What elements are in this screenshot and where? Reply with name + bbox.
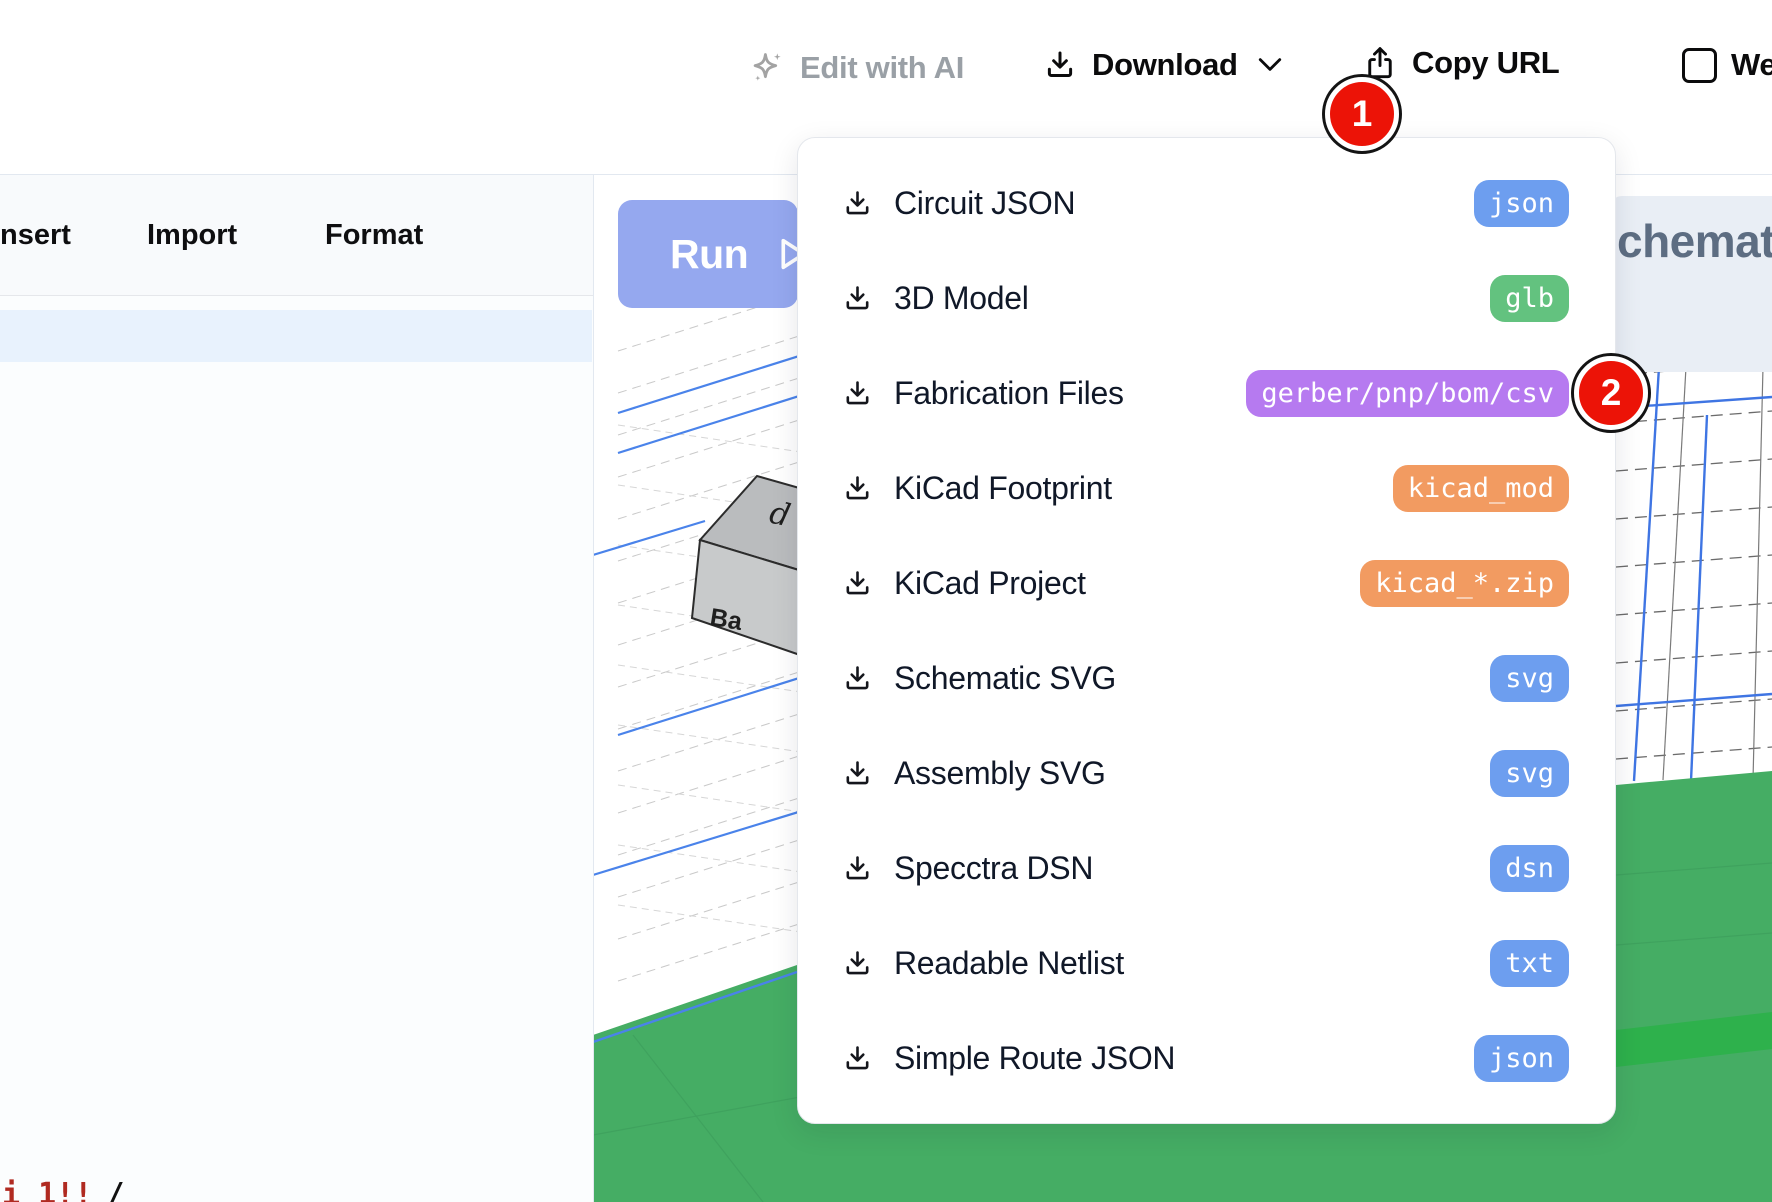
code-red-text: i 1!! [2, 1178, 92, 1202]
webview-toggle[interactable]: We [1682, 47, 1772, 83]
menu-item-label: Specctra DSN [894, 850, 1093, 887]
download-menu-item[interactable]: Schematic SVG svg [798, 631, 1615, 726]
menu-item-label: Readable Netlist [894, 945, 1124, 982]
menu-item-format-badge: json [1474, 180, 1569, 228]
download-icon [842, 853, 873, 884]
download-menu: Circuit JSON json 3D Model glb Fabricati… [797, 137, 1616, 1124]
play-icon [778, 237, 798, 271]
copy-url-label: Copy URL [1412, 45, 1559, 81]
annotation-1-number: 1 [1352, 93, 1373, 135]
download-menu-item[interactable]: Specctra DSN dsn [798, 821, 1615, 916]
menu-item-label: Circuit JSON [894, 185, 1075, 222]
menu-import[interactable]: Import [147, 219, 237, 252]
menu-item-label: Assembly SVG [894, 755, 1106, 792]
box-front-label: Ba [708, 603, 745, 636]
menu-format[interactable]: Format [325, 219, 423, 252]
menu-insert[interactable]: nsert [0, 219, 71, 252]
annotation-step-1: 1 [1325, 77, 1399, 151]
download-menu-item[interactable]: Assembly SVG svg [798, 726, 1615, 821]
download-menu-item[interactable]: 3D Model glb [798, 251, 1615, 346]
menu-item-label: Fabrication Files [894, 375, 1124, 412]
edit-with-ai-label: Edit with AI [800, 50, 964, 86]
menu-item-label: KiCad Project [894, 565, 1086, 602]
share-icon [1363, 45, 1397, 81]
download-icon [842, 568, 873, 599]
download-icon [842, 1043, 873, 1074]
menu-item-format-badge: kicad_*.zip [1360, 560, 1569, 608]
download-icon [842, 188, 873, 219]
webview-checkbox[interactable] [1682, 48, 1717, 83]
menu-item-label: KiCad Footprint [894, 470, 1112, 507]
download-icon [842, 663, 873, 694]
code-slash-text: / [106, 1178, 124, 1202]
copy-url-button[interactable]: Copy URL [1363, 45, 1559, 81]
menu-item-format-badge: glb [1490, 275, 1569, 323]
editor-menu-bar: nsert Import Format [0, 175, 593, 296]
menu-item-label: 3D Model [894, 280, 1029, 317]
menu-item-format-badge: dsn [1490, 845, 1569, 893]
menu-item-label: Simple Route JSON [894, 1040, 1175, 1077]
download-menu-item[interactable]: KiCad Project kicad_*.zip [798, 536, 1615, 631]
tab-schematic[interactable]: chemati [1610, 196, 1772, 372]
schematic-tab-label: chemati [1617, 214, 1772, 268]
editor-highlighted-line [0, 310, 592, 362]
download-menu-item[interactable]: Readable Netlist txt [798, 916, 1615, 1011]
download-icon [1043, 48, 1077, 82]
download-menu-item[interactable]: Circuit JSON json [798, 156, 1615, 251]
menu-item-label: Schematic SVG [894, 660, 1116, 697]
menu-item-format-badge: svg [1490, 750, 1569, 798]
grid-vlines-right [1663, 367, 1763, 780]
menu-item-format-badge: svg [1490, 655, 1569, 703]
sparkle-icon [748, 48, 786, 88]
edit-with-ai-button[interactable]: Edit with AI [748, 48, 964, 88]
download-menu-item[interactable]: Fabrication Files gerber/pnp/bom/csv [798, 346, 1615, 441]
download-menu-item[interactable]: KiCad Footprint kicad_mod [798, 441, 1615, 536]
editor-code-fragment: i 1!! / [2, 1178, 202, 1202]
menu-item-format-badge: json [1474, 1035, 1569, 1083]
download-button[interactable]: Download [1043, 47, 1283, 83]
download-label: Download [1092, 47, 1238, 83]
download-menu-item[interactable]: Simple Route JSON json [798, 1011, 1615, 1106]
menu-item-format-badge: txt [1490, 940, 1569, 988]
grid-blue-lines-right [1616, 367, 1772, 781]
chevron-down-icon [1257, 56, 1283, 74]
run-button[interactable]: Run [618, 200, 798, 308]
run-button-label: Run [670, 231, 748, 278]
menu-item-format-badge: kicad_mod [1393, 465, 1569, 513]
download-icon [842, 948, 873, 979]
download-icon [842, 473, 873, 504]
annotation-2-number: 2 [1601, 372, 1622, 414]
download-icon [842, 378, 873, 409]
download-icon [842, 283, 873, 314]
download-icon [842, 758, 873, 789]
annotation-step-2: 2 [1574, 356, 1648, 430]
webview-label: We [1731, 47, 1772, 83]
menu-item-format-badge: gerber/pnp/bom/csv [1246, 370, 1569, 418]
